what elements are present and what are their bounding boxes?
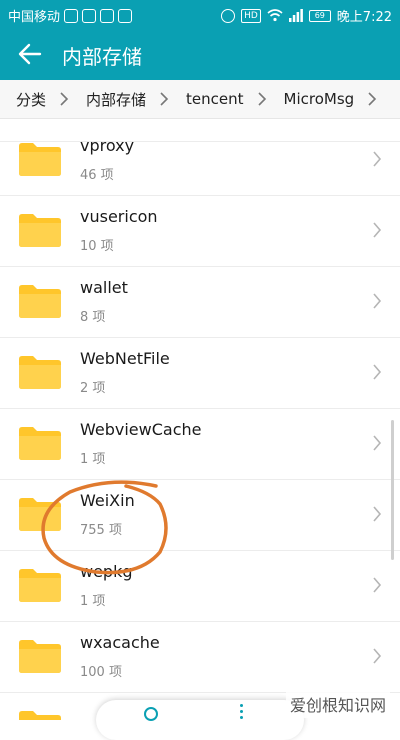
- bottom-toolbar: [96, 700, 304, 740]
- chevron-right-icon: [373, 364, 382, 380]
- app-notification-icon: [100, 8, 115, 23]
- folder-icon: [19, 143, 61, 176]
- folder-icon: [19, 569, 61, 602]
- chevron-right-icon: [373, 506, 382, 522]
- list-item[interactable]: WebNetFile 2 项: [0, 337, 400, 409]
- list-item[interactable]: vusericon 10 项: [0, 195, 400, 267]
- app-notification-icon: [118, 8, 133, 23]
- signal-icon: [288, 9, 303, 22]
- item-count: 10 项: [80, 239, 114, 254]
- app-notification-icon: [64, 8, 79, 23]
- hd-badge: HD: [241, 8, 261, 23]
- back-arrow-icon[interactable]: [16, 40, 44, 68]
- item-count: 1 项: [80, 452, 106, 467]
- folder-icon: [19, 640, 61, 673]
- app-notification-icon: [82, 8, 97, 23]
- list-item[interactable]: wepkg 1 项: [0, 550, 400, 622]
- folder-icon: [19, 356, 61, 389]
- item-count: 100 项: [80, 665, 122, 680]
- item-count: 1 项: [80, 594, 106, 609]
- page-title: 内部存储: [62, 45, 142, 69]
- breadcrumb: 分类 内部存储 tencent MicroMsg: [0, 80, 400, 119]
- battery-icon: 69: [308, 9, 331, 22]
- folder-icon: [19, 711, 61, 720]
- status-bar: 中国移动 HD 69 晚上7:22: [0, 0, 400, 28]
- scrollbar[interactable]: [391, 420, 394, 560]
- folder-name: wallet: [80, 278, 128, 297]
- breadcrumb-item[interactable]: tencent: [170, 90, 243, 108]
- chevron-right-icon: [257, 92, 266, 106]
- breadcrumb-item[interactable]: MicroMsg: [268, 90, 355, 108]
- chevron-right-icon: [373, 293, 382, 309]
- chevron-right-icon: [373, 222, 382, 238]
- item-count: 2 项: [80, 381, 106, 396]
- carrier-label: 中国移动: [8, 10, 61, 25]
- breadcrumb-item[interactable]: 分类: [0, 89, 46, 110]
- folder-name: vproxy: [80, 136, 135, 155]
- folder-icon: [19, 285, 61, 318]
- chevron-right-icon: [373, 151, 382, 167]
- item-count: 46 项: [80, 168, 114, 183]
- folder-name: WebviewCache: [80, 420, 202, 439]
- app-bar: 内部存储: [0, 28, 400, 80]
- folder-icon: [19, 498, 61, 531]
- search-icon[interactable]: [144, 707, 158, 721]
- folder-name: WeiXin: [80, 491, 135, 510]
- folder-name: wepkg: [80, 562, 133, 581]
- alarm-icon: [221, 8, 236, 23]
- wifi-icon: [267, 9, 283, 22]
- list-item[interactable]: WeiXin 755 项: [0, 479, 400, 551]
- folder-icon: [19, 427, 61, 460]
- breadcrumb-item[interactable]: 内部存储: [70, 89, 146, 110]
- folder-name: vusericon: [80, 207, 158, 226]
- folder-name: wxacache: [80, 633, 160, 652]
- more-icon[interactable]: [240, 704, 244, 720]
- item-count: 8 项: [80, 310, 106, 325]
- list-item[interactable]: wxacache 100 项: [0, 621, 400, 693]
- chevron-right-icon: [373, 648, 382, 664]
- chevron-right-icon: [373, 577, 382, 593]
- chevron-right-icon: [373, 435, 382, 451]
- folder-icon: [19, 214, 61, 247]
- clock: 晚上7:22: [336, 10, 392, 25]
- list-item[interactable]: WebviewCache 1 项: [0, 408, 400, 480]
- list-item[interactable]: wallet 8 项: [0, 266, 400, 338]
- list-item[interactable]: vproxy 46 项: [0, 124, 400, 196]
- item-count: 755 项: [80, 523, 122, 538]
- chevron-right-icon: [368, 92, 377, 106]
- watermark: 爱创根知识网: [285, 690, 390, 718]
- chevron-right-icon: [60, 92, 69, 106]
- folder-name: WebNetFile: [80, 349, 170, 368]
- chevron-right-icon: [160, 92, 169, 106]
- file-list: vproxy 46 项 vusericon 10 项 wallet 8 项 We…: [0, 118, 400, 720]
